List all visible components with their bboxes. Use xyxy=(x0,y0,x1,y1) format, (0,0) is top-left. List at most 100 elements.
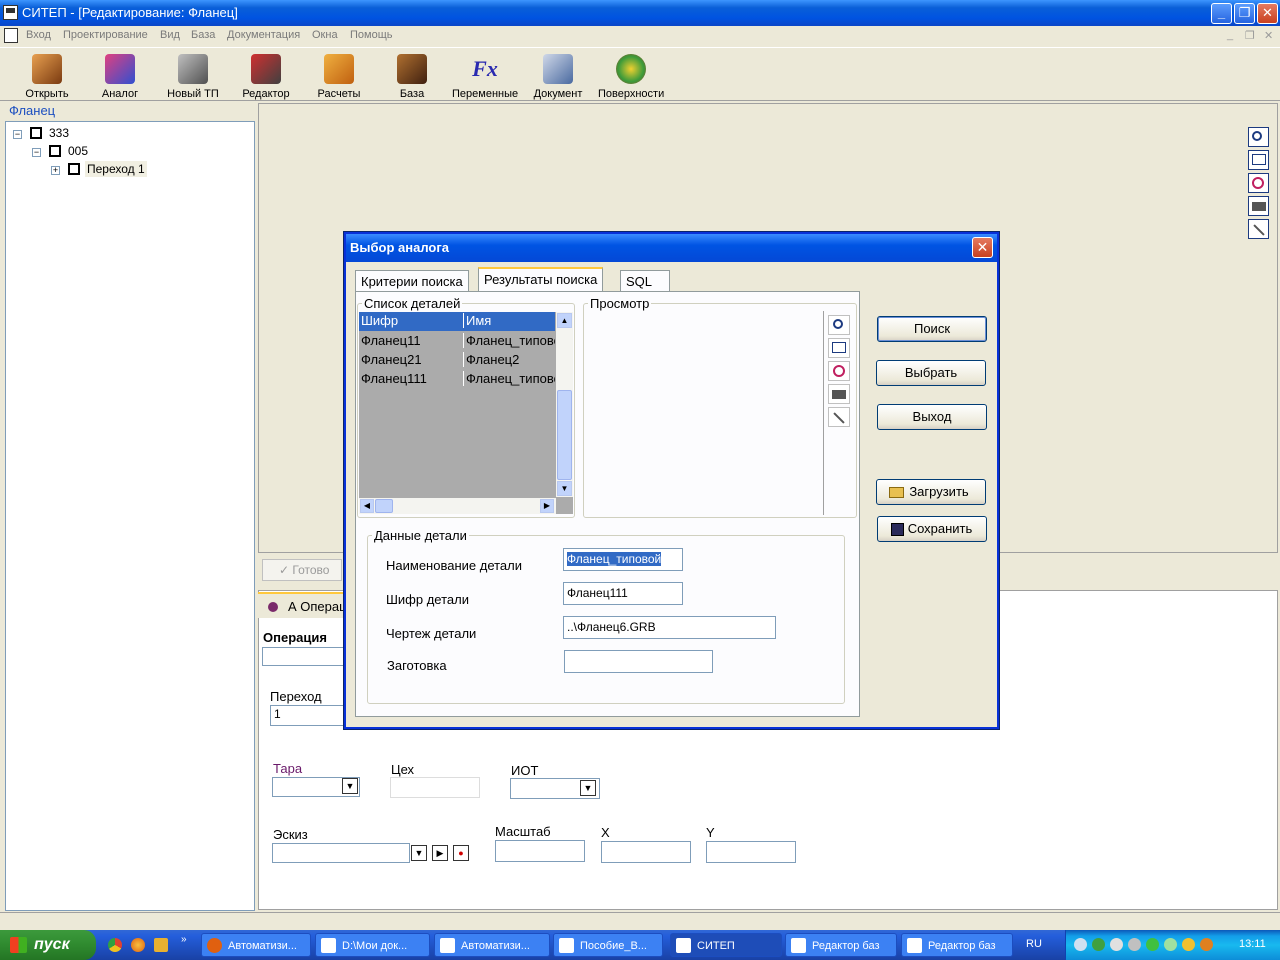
chevron-down-icon[interactable]: ▼ xyxy=(411,845,427,861)
wand-icon[interactable] xyxy=(1248,219,1269,239)
pan-icon[interactable] xyxy=(1248,173,1269,193)
antivirus-icon[interactable] xyxy=(1164,938,1177,951)
chevron-down-icon[interactable]: ▼ xyxy=(342,778,358,794)
scale-input[interactable] xyxy=(495,840,585,862)
tree-checkbox[interactable] xyxy=(30,127,42,139)
quicklaunch-icon[interactable] xyxy=(154,938,168,952)
toolbar-new-tp-button[interactable]: Новый ТП xyxy=(160,52,226,100)
task-sitep[interactable]: СИТЕП xyxy=(670,933,782,957)
exit-button[interactable]: Выход xyxy=(877,404,987,430)
chrome-icon[interactable] xyxy=(108,938,122,952)
x-input[interactable] xyxy=(601,841,691,863)
network-icon[interactable] xyxy=(1092,938,1105,951)
print-icon[interactable] xyxy=(1248,196,1269,216)
zoom-icon[interactable] xyxy=(1248,127,1269,147)
operation-tree[interactable]: − 333 − 005 + Переход 1 xyxy=(5,121,255,911)
menu-pomosh[interactable]: Помощь xyxy=(350,29,393,41)
blank-input[interactable] xyxy=(564,650,713,673)
mdi-minimize-icon[interactable]: _ xyxy=(1227,29,1233,41)
window-title-bar[interactable]: СИТЕП - [Редактирование: Фланец] _ ❐ ✕ xyxy=(0,0,1280,26)
print-icon[interactable] xyxy=(828,384,850,404)
select-button[interactable]: Выбрать xyxy=(876,360,986,386)
mdi-restore-icon[interactable]: ❐ xyxy=(1245,29,1255,42)
close-button[interactable]: ✕ xyxy=(1257,3,1278,24)
collapse-icon[interactable]: − xyxy=(32,148,41,157)
app-tray-icon[interactable] xyxy=(1200,938,1213,951)
fit-window-icon[interactable] xyxy=(828,338,850,358)
vertical-scrollbar[interactable]: ▲ ▼ xyxy=(556,312,573,497)
play-icon[interactable]: ▶ xyxy=(432,845,448,861)
wand-icon[interactable] xyxy=(828,407,850,427)
load-button[interactable]: Загрузить xyxy=(876,479,986,505)
zoom-icon[interactable] xyxy=(828,315,850,335)
task-my-docs[interactable]: D:\Мои док... xyxy=(315,933,430,957)
task-avtomatiz-2[interactable]: Автоматизи... xyxy=(434,933,550,957)
y-input[interactable] xyxy=(706,841,796,863)
security-icon[interactable] xyxy=(1146,938,1159,951)
toolbar-analog-button[interactable]: Аналог xyxy=(87,52,153,100)
chevron-down-icon[interactable]: ▼ xyxy=(580,780,596,796)
transition-input[interactable]: 1 xyxy=(270,705,346,726)
tab-search-criteria[interactable]: Критерии поиска xyxy=(355,270,469,292)
ceh-input[interactable] xyxy=(390,777,480,798)
table-row[interactable]: Фланец11 Фланец_типовой xyxy=(359,332,555,351)
scroll-right-icon[interactable]: ▶ xyxy=(540,499,554,513)
start-button[interactable]: пуск xyxy=(0,930,96,960)
toolbar-surfaces-button[interactable]: Поверхности xyxy=(598,52,664,100)
update-icon[interactable] xyxy=(1182,938,1195,951)
task-posobie[interactable]: Пособие_В... xyxy=(553,933,663,957)
toolbar-open-button[interactable]: Открыть xyxy=(14,52,80,100)
toolbar-calc-button[interactable]: Расчеты xyxy=(306,52,372,100)
usb-icon[interactable] xyxy=(1128,938,1141,951)
record-icon[interactable]: ● xyxy=(453,845,469,861)
firefox-icon[interactable] xyxy=(131,938,145,952)
toolbar-variables-button[interactable]: Fx Переменные xyxy=(452,52,518,100)
save-button[interactable]: Сохранить xyxy=(877,516,987,542)
column-name[interactable]: Имя xyxy=(463,313,555,328)
scroll-left-icon[interactable]: ◀ xyxy=(360,499,374,513)
menu-proektirovanie[interactable]: Проектирование xyxy=(63,29,148,41)
task-db-editor-1[interactable]: Редактор баз xyxy=(785,933,897,957)
expand-icon[interactable]: + xyxy=(51,166,60,175)
sketch-input[interactable] xyxy=(272,843,410,863)
part-drawing-input[interactable]: ..\Фланец6.GRB xyxy=(563,616,776,639)
toolbar-document-button[interactable]: Документ xyxy=(525,52,591,100)
tree-node-perehod[interactable]: Переход 1 xyxy=(85,161,147,177)
device-icon[interactable] xyxy=(1110,938,1123,951)
part-name-input[interactable]: Фланец_типовой xyxy=(563,548,683,571)
horizontal-scrollbar[interactable]: ◀ ▶ xyxy=(359,498,556,514)
tree-checkbox[interactable] xyxy=(68,163,80,175)
menu-baza[interactable]: База xyxy=(191,29,215,41)
scroll-down-icon[interactable]: ▼ xyxy=(557,481,572,496)
scroll-thumb[interactable] xyxy=(557,390,572,480)
collapse-icon[interactable]: − xyxy=(13,130,22,139)
clock[interactable]: 13:11 xyxy=(1239,938,1266,950)
fit-window-icon[interactable] xyxy=(1248,150,1269,170)
table-row[interactable]: Фланец111 Фланец_типовой xyxy=(359,370,555,389)
volume-icon[interactable] xyxy=(1074,938,1087,951)
scroll-up-icon[interactable]: ▲ xyxy=(557,313,572,328)
dialog-close-button[interactable]: ✕ xyxy=(972,237,993,258)
chevron-right-icon[interactable]: » xyxy=(181,934,187,945)
pan-icon[interactable] xyxy=(828,361,850,381)
part-code-input[interactable]: Фланец111 xyxy=(563,582,683,605)
mdi-close-icon[interactable]: ✕ xyxy=(1264,29,1273,42)
toolbar-editor-button[interactable]: Редактор xyxy=(233,52,299,100)
search-button[interactable]: Поиск xyxy=(877,316,987,342)
maximize-button[interactable]: ❐ xyxy=(1234,3,1255,24)
scroll-h-thumb[interactable] xyxy=(375,499,393,513)
menu-okna[interactable]: Окна xyxy=(312,29,338,41)
task-avtomatiz-1[interactable]: Автоматизи... xyxy=(201,933,311,957)
table-row[interactable]: Фланец21 Фланец2 xyxy=(359,351,555,370)
tree-checkbox[interactable] xyxy=(49,145,61,157)
tree-node-005[interactable]: 005 xyxy=(68,144,88,158)
parts-grid[interactable]: Шифр Имя Фланец11 Фланец_типовой Фланец2… xyxy=(359,312,573,514)
task-db-editor-2[interactable]: Редактор баз xyxy=(901,933,1013,957)
menu-vhod[interactable]: Вход xyxy=(26,29,51,41)
dialog-title-bar[interactable]: Выбор аналога ✕ xyxy=(346,234,997,262)
tab-sql[interactable]: SQL xyxy=(620,270,670,292)
operation-tab[interactable]: А Операц xyxy=(258,592,348,618)
ready-button[interactable]: ✓ Готово xyxy=(262,559,342,581)
toolbar-base-button[interactable]: База xyxy=(379,52,445,100)
minimize-button[interactable]: _ xyxy=(1211,3,1232,24)
